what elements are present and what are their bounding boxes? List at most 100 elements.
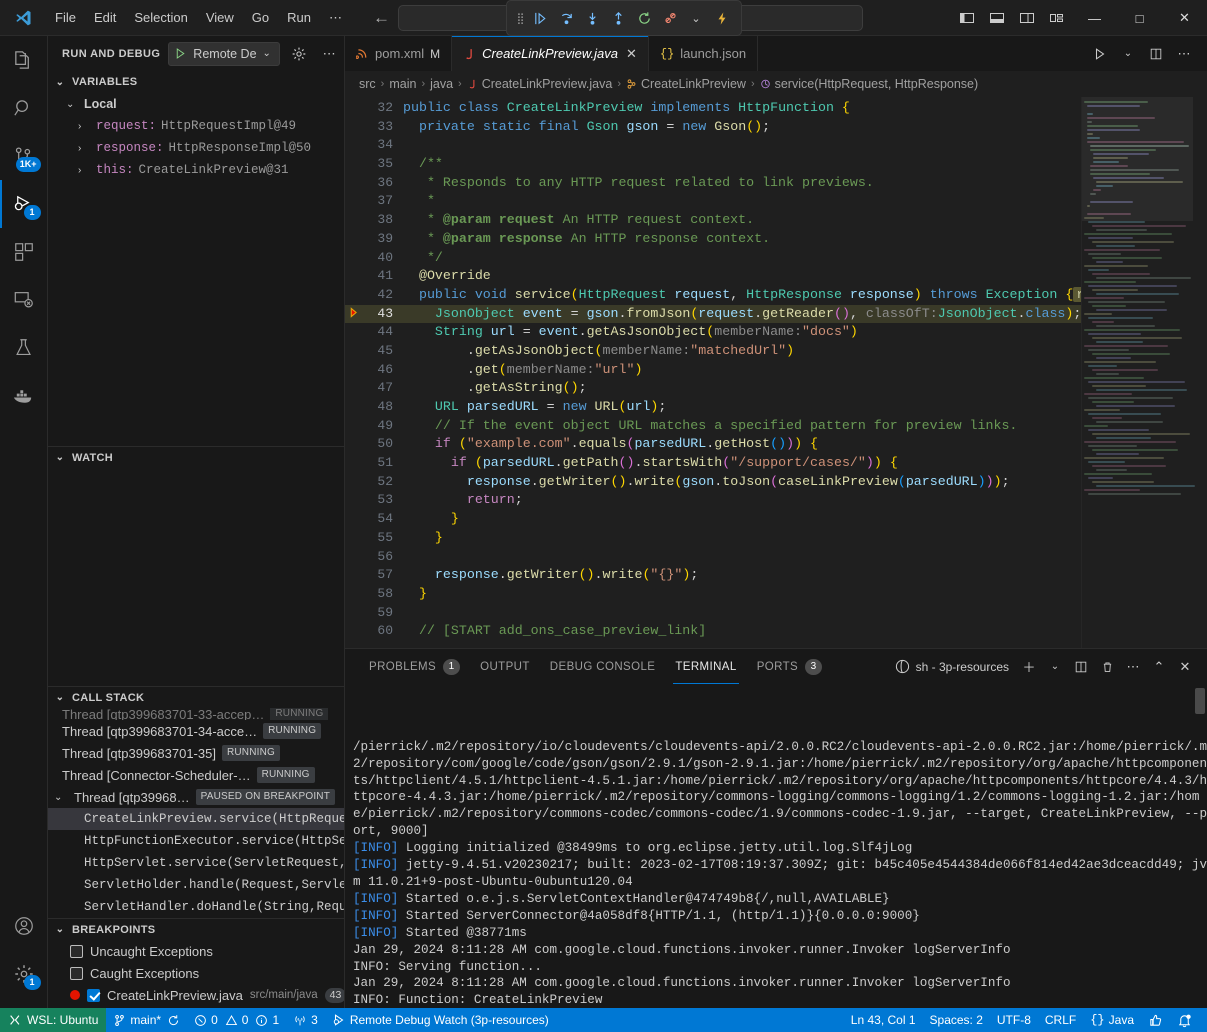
tab-pom-xml[interactable]: pom.xml M (345, 36, 452, 71)
code-line[interactable]: 48 URL parsedURL = new URL(url); (345, 398, 1081, 417)
activity-run-and-debug[interactable]: 1 (0, 180, 48, 228)
code-line[interactable]: 46 .get(memberName:"url") (345, 361, 1081, 380)
breadcrumb-file[interactable]: CreateLinkPreview.java (467, 77, 613, 91)
status-eol[interactable]: CRLF (1038, 1008, 1083, 1032)
call-stack-header[interactable]: ⌄ CALL STACK (48, 686, 344, 708)
menu-run[interactable]: Run (278, 4, 320, 31)
terminal-output[interactable]: /pierrick/.m2/repository/io/cloudevents/… (345, 684, 1207, 1008)
continue-button[interactable] (527, 5, 553, 31)
call-stack-thread-row[interactable]: Thread [qtp399683701-35] RUNNING (48, 742, 344, 764)
maximize-panel-icon[interactable]: ⌃ (1147, 654, 1171, 680)
terminal-selector[interactable]: sh - 3p-resources (895, 659, 1015, 674)
code-line[interactable]: 45 .getAsJsonObject(memberName:"matchedU… (345, 342, 1081, 361)
watch-header[interactable]: ⌄ WATCH (48, 446, 344, 468)
activity-remote-explorer[interactable] (0, 276, 48, 324)
call-stack-thread-row[interactable]: Thread [Connector-Scheduler-… RUNNING (48, 764, 344, 786)
menu-view[interactable]: View (197, 4, 243, 31)
variable-row-request[interactable]: › request: HttpRequestImpl@49 (48, 115, 344, 137)
call-stack-frame[interactable]: HttpFunctionExecutor.service(HttpSer (48, 830, 344, 852)
maximize-button[interactable]: □ (1117, 0, 1162, 36)
activity-search[interactable] (0, 84, 48, 132)
step-out-button[interactable] (605, 5, 631, 31)
new-terminal-icon[interactable]: ＋ (1017, 654, 1041, 680)
customize-layout-icon[interactable] (1042, 0, 1072, 36)
call-stack-frame[interactable]: ServletHolder.handle(Request,Servlet (48, 874, 344, 896)
minimize-button[interactable]: — (1072, 0, 1117, 36)
breakpoint-file[interactable]: CreateLinkPreview.java src/main/java 43 (48, 984, 344, 1006)
breadcrumb-method[interactable]: service(HttpRequest, HttpResponse) (760, 77, 979, 91)
code-line[interactable]: 32public class CreateLinkPreview impleme… (345, 99, 1081, 118)
code-line[interactable]: 52 response.getWriter().write(gson.toJso… (345, 473, 1081, 492)
code-line[interactable]: 51 if (parsedURL.getPath().startsWith("/… (345, 454, 1081, 473)
call-stack-thread-row[interactable]: Thread [qtp399683701-34-acce… RUNNING (48, 720, 344, 742)
code-line[interactable]: 49 // If the event object URL matches a … (345, 417, 1081, 436)
panel-tab-terminal[interactable]: TERMINAL (665, 649, 746, 684)
breadcrumb-main[interactable]: main (389, 77, 416, 91)
status-language-mode[interactable]: {} Java (1083, 1008, 1141, 1032)
close-button[interactable]: ✕ (1162, 0, 1207, 36)
status-feedback[interactable] (1141, 1008, 1170, 1032)
code-line[interactable]: 40 */ (345, 249, 1081, 268)
call-stack-frame[interactable]: HttpServlet.service(ServletRequest,S (48, 852, 344, 874)
code-editor[interactable]: 32public class CreateLinkPreview impleme… (345, 97, 1081, 648)
chevron-down-icon[interactable]: ⌄ (1043, 654, 1067, 680)
step-into-button[interactable] (579, 5, 605, 31)
split-editor-icon[interactable] (1143, 41, 1169, 67)
checkbox[interactable] (70, 967, 83, 980)
code-line[interactable]: 36 * Responds to any HTTP request relate… (345, 174, 1081, 193)
status-debug-session[interactable]: Remote Debug Watch (3p-resources) (325, 1008, 556, 1032)
checkbox[interactable] (87, 989, 100, 1002)
code-line[interactable]: 59 (345, 604, 1081, 623)
code-line[interactable]: 57 response.getWriter().write("{}"); (345, 566, 1081, 585)
tab-create-link-preview-java[interactable]: CreateLinkPreview.java ✕ (452, 36, 649, 71)
chevron-down-icon[interactable]: ⌄ (683, 5, 709, 31)
status-remote-host[interactable]: WSL: Ubuntu (0, 1008, 106, 1032)
code-line[interactable]: 53 return; (345, 491, 1081, 510)
status-notifications[interactable] (1170, 1008, 1199, 1032)
restart-button[interactable] (631, 5, 657, 31)
code-line[interactable]: 38 * @param request An HTTP request cont… (345, 211, 1081, 230)
code-line[interactable]: 60 // [START add_ons_case_preview_link] (345, 622, 1081, 641)
code-line[interactable]: 37 * (345, 192, 1081, 211)
call-stack-frame[interactable]: CreateLinkPreview.service(HttpReques (48, 808, 344, 830)
breakpoint-uncaught-exceptions[interactable]: Uncaught Exceptions (48, 940, 344, 962)
debug-settings-gear-icon[interactable] (288, 43, 310, 65)
disconnect-button[interactable] (657, 5, 683, 31)
drag-handle-icon[interactable]: ⣿ (513, 12, 527, 25)
code-line[interactable]: 54 } (345, 510, 1081, 529)
status-cursor-position[interactable]: Ln 43, Col 1 (844, 1008, 923, 1032)
breakpoint-caught-exceptions[interactable]: Caught Exceptions (48, 962, 344, 984)
code-line[interactable]: 33 private static final Gson gson = new … (345, 118, 1081, 137)
code-line[interactable]: 39 * @param response An HTTP response co… (345, 230, 1081, 249)
lightning-icon[interactable] (709, 5, 735, 31)
toggle-primary-sidebar-icon[interactable] (952, 0, 982, 36)
code-line[interactable]: 47 .getAsString(); (345, 379, 1081, 398)
panel-tab-debug-console[interactable]: DEBUG CONSOLE (540, 649, 666, 684)
variables-scope-local[interactable]: ⌄ Local (48, 93, 344, 115)
minimap-slider[interactable] (1082, 97, 1193, 221)
launch-config-selector[interactable]: Remote De ⌄ (168, 42, 280, 66)
minimap[interactable] (1081, 97, 1193, 648)
close-panel-icon[interactable]: ✕ (1173, 654, 1197, 680)
status-ports[interactable]: 3 (286, 1008, 325, 1032)
variable-row-this[interactable]: › this: CreateLinkPreview@31 (48, 159, 344, 181)
kill-terminal-icon[interactable] (1095, 654, 1119, 680)
activity-source-control[interactable]: 1K+ (0, 132, 48, 180)
more-actions-icon[interactable]: ⋯ (1171, 41, 1197, 67)
code-line[interactable]: 41 @Override (345, 267, 1081, 286)
activity-accounts[interactable] (0, 902, 48, 950)
checkbox[interactable] (70, 945, 83, 958)
activity-manage-settings[interactable]: 1 (0, 950, 48, 998)
panel-tab-problems[interactable]: PROBLEMS 1 (359, 649, 470, 684)
run-file-icon[interactable] (1087, 41, 1113, 67)
breadcrumb-src[interactable]: src (359, 77, 376, 91)
status-problems[interactable]: 0 0 1 (187, 1008, 286, 1032)
activity-explorer[interactable] (0, 36, 48, 84)
status-encoding[interactable]: UTF-8 (990, 1008, 1038, 1032)
status-branch[interactable]: main* (106, 1008, 187, 1032)
call-stack-thread-row[interactable]: Thread [qtp399683701-33-accep… RUNNING (48, 708, 344, 720)
status-indentation[interactable]: Spaces: 2 (923, 1008, 990, 1032)
chevron-down-icon[interactable]: ⌄ (1115, 41, 1141, 67)
code-line[interactable]: 35 /** (345, 155, 1081, 174)
toggle-panel-icon[interactable] (982, 0, 1012, 36)
